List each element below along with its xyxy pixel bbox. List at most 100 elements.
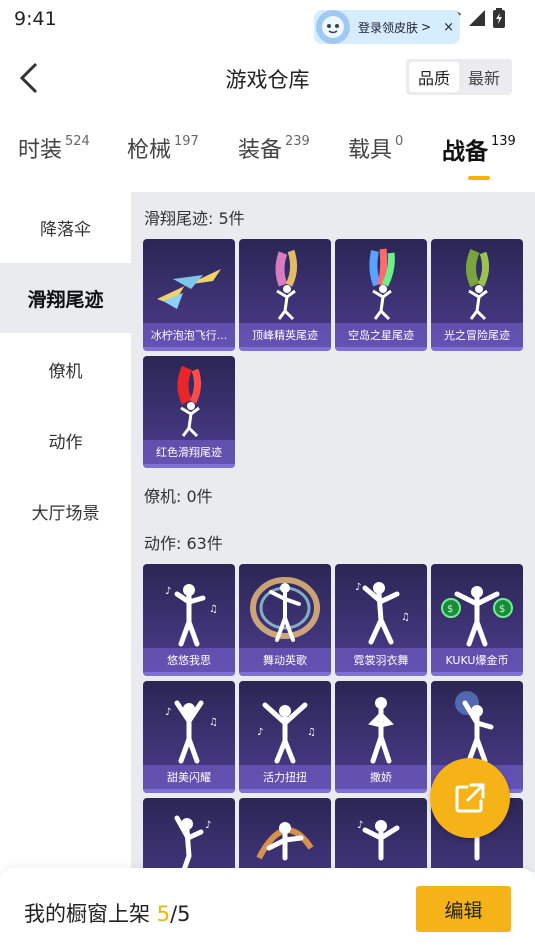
item-card[interactable]: ♪ [335,798,427,872]
tab-vehicles[interactable]: 载具 0 [348,132,403,164]
header: 游戏仓库 品质 最新 [0,50,535,106]
sort-toggle: 品质 最新 [406,59,512,95]
svg-text:♫: ♫ [209,604,218,615]
skydiver-trail-icon [275,249,298,321]
svg-text:♪: ♪ [165,586,171,597]
item-label: 撒娇 [335,765,427,789]
sidebar: 降落伞 滑翔尾迹 僚机 动作 大厅场景 [0,192,131,872]
svg-text:♪: ♪ [165,707,171,718]
money-bag-icon: $ $ [441,586,513,647]
tab-fashion[interactable]: 时装 524 [18,132,90,164]
tab-count: 524 [65,134,90,149]
dancer-icon [455,691,494,764]
dancer-icon: ♪♫ [165,584,218,647]
section-title-wingman: 僚机: 0件 [144,487,213,506]
dancer-icon: ♪ [174,815,211,872]
share-button[interactable] [430,758,510,838]
item-card[interactable]: 舞动英歌 [239,564,331,676]
svg-text:♫: ♫ [307,727,316,738]
login-skin-banner[interactable]: 登录领皮肤 > × [314,10,460,44]
signal-icon [469,10,485,26]
promo-text: 登录领皮肤 [358,20,419,35]
svg-text:♪: ♪ [257,727,263,738]
svg-text:$: $ [499,604,505,615]
item-card[interactable]: $ $ KUKU爆金币 [431,564,523,676]
item-label: KUKU爆金币 [431,648,523,672]
sort-quality-button[interactable]: 品质 [409,62,459,92]
item-card[interactable]: ♪ [143,798,235,872]
svg-text:♫: ♫ [209,717,218,728]
dancer-icon: ♪ [357,820,400,861]
item-card[interactable]: 空岛之星尾迹 [335,239,427,351]
item-card[interactable] [239,798,331,872]
item-label: 悠悠我思 [143,648,235,672]
chevron-right-icon: > [421,20,432,34]
item-card[interactable]: 顶峰精英尾迹 [239,239,331,351]
showcase-status: 我的橱窗上架 5/5 [24,898,191,928]
tab-label: 战备 [442,139,488,165]
svg-text:$: $ [447,604,453,615]
skydiver-trail-icon [466,248,490,321]
tab-count: 139 [491,134,516,149]
tab-label: 时装 [18,138,63,163]
status-time: 9:41 [14,8,57,30]
item-card[interactable]: ♪ ♫ 悠悠我思 [143,564,235,676]
active-tab-indicator [468,176,490,180]
dancer-icon [368,697,394,764]
dancer-icon [256,822,314,861]
svg-text:♫: ♫ [401,612,410,623]
showcase-label: 我的橱窗上架 [24,902,157,926]
svg-text:♪: ♪ [205,820,211,831]
item-label: 光之冒险尾迹 [431,323,523,347]
sidebar-item-lobby-scene[interactable]: 大厅场景 [0,476,131,546]
category-tabs: 时装 524 枪械 197 装备 239 载具 0 战备 139 [0,132,535,182]
item-label: 甜美闪耀 [143,765,235,789]
tab-count: 197 [174,134,199,149]
tab-firearms[interactable]: 枪械 197 [127,132,199,164]
dancer-icon: ♪♫ [355,582,410,645]
tab-label: 枪械 [127,138,172,163]
showcase-footer: 我的橱窗上架 5/5 编辑 [0,868,535,951]
sort-latest-button[interactable]: 最新 [459,62,509,92]
section-title-trails: 滑翔尾迹: 5件 [144,209,245,228]
sidebar-item-wingman[interactable]: 僚机 [0,334,131,404]
item-card[interactable]: ♪ ♫ 活力扭扭 [239,681,331,793]
dancer-icon: ♪♫ [257,702,316,764]
dancer-icon [250,577,320,642]
item-label: 霓裳羽衣舞 [335,648,427,672]
item-label: 冰柠泡泡飞行... [143,323,235,347]
section-title-actions: 动作: 63件 [144,534,223,553]
item-label: 活力扭扭 [239,765,331,789]
item-card[interactable]: 冰柠泡泡飞行... [143,239,235,351]
item-card[interactable]: 光之冒险尾迹 [431,239,523,351]
item-label: 舞动英歌 [239,648,331,672]
skydiver-trail-icon [369,248,395,321]
svg-text:♪: ♪ [357,820,363,831]
svg-text:♪: ♪ [355,582,361,593]
close-icon[interactable]: × [443,20,454,35]
item-label: 红色滑翔尾迹 [143,440,235,464]
showcase-count: 5 [156,902,171,926]
sidebar-item-glide-trail[interactable]: 滑翔尾迹 [0,263,131,333]
item-card[interactable]: ♪ ♫ 霓裳羽衣舞 [335,564,427,676]
edit-button[interactable]: 编辑 [416,886,511,932]
item-card[interactable]: 红色滑翔尾迹 [143,356,235,468]
showcase-total: /5 [170,902,191,926]
tab-count: 239 [285,134,310,149]
sidebar-item-actions[interactable]: 动作 [0,405,131,475]
item-label: 顶峰精英尾迹 [239,323,331,347]
tab-count: 0 [395,134,404,149]
item-label: 空岛之星尾迹 [335,323,427,347]
tab-label: 载具 [348,138,393,163]
sidebar-item-parachute[interactable]: 降落伞 [0,192,131,262]
tab-battle-prep[interactable]: 战备 139 [442,132,516,166]
item-card[interactable]: 撒娇 [335,681,427,793]
tab-equipment[interactable]: 装备 239 [238,132,310,164]
dancer-icon: ♪♫ [165,700,218,764]
mascot-avatar [316,10,350,44]
airplane-icon [157,269,221,309]
tab-label: 装备 [238,138,283,163]
item-card[interactable]: ♪ ♫ 甜美闪耀 [143,681,235,793]
battery-icon [493,8,505,28]
skydiver-trail-icon [177,365,202,438]
